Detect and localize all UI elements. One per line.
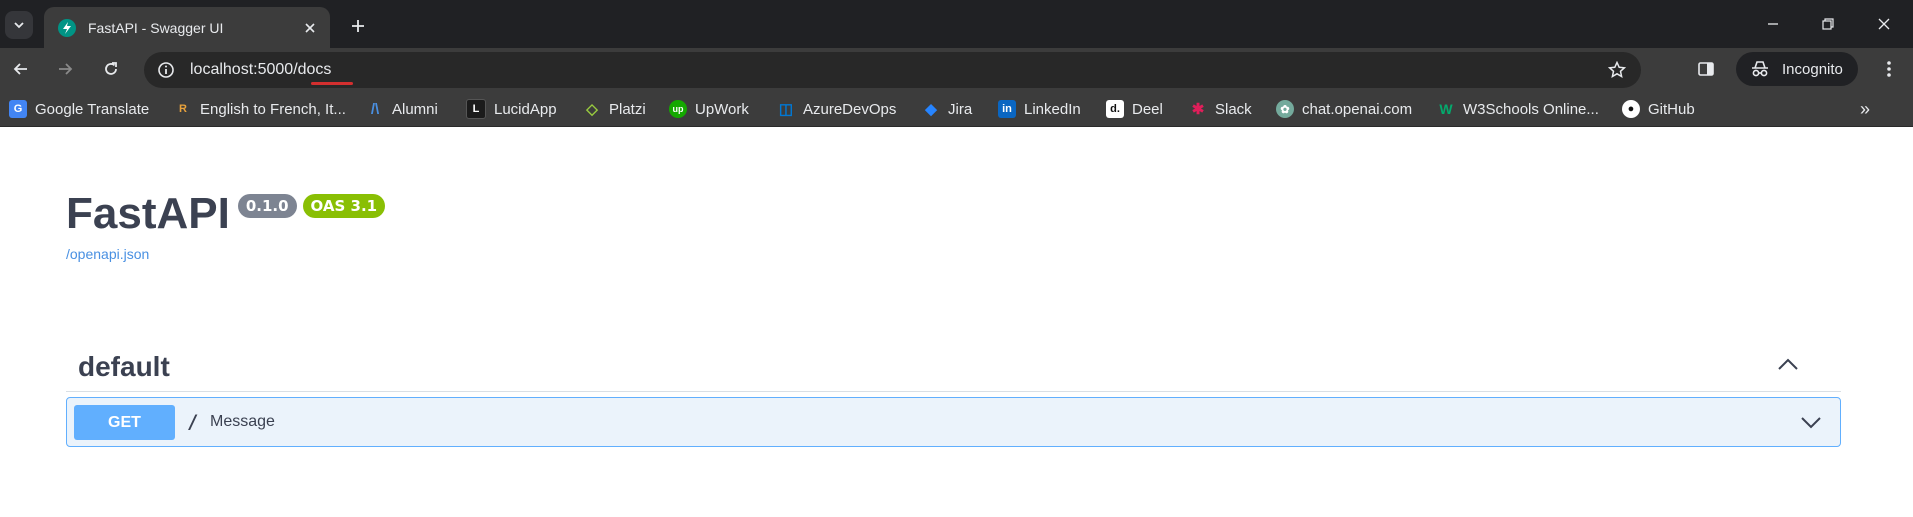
openapi-json-link[interactable]: /openapi.json <box>66 246 149 262</box>
bookmark-linkedin[interactable]: in LinkedIn <box>998 99 1081 119</box>
version-badge: 0.1.0 <box>237 194 297 218</box>
operation-path: / <box>187 411 199 433</box>
reload-icon <box>105 62 117 75</box>
bookmark-star-icon[interactable] <box>1607 60 1627 80</box>
w3schools-icon: W <box>1439 101 1453 117</box>
operation-summary: Message <box>210 413 275 430</box>
bookmark-label: Alumni <box>392 100 438 118</box>
lucid-icon: L <box>466 99 486 119</box>
incognito-icon <box>1752 61 1768 77</box>
bookmark-google-translate[interactable]: G Google Translate <box>9 99 149 119</box>
chevron-down-icon[interactable] <box>1798 410 1824 436</box>
api-info: FastAPI 0.1.0 OAS 3.1 <box>66 188 386 240</box>
bookmarks-bar: G Google Translate R English to French, … <box>0 89 1913 127</box>
bookmark-label: Platzi <box>609 100 646 118</box>
url-text[interactable]: localhost:5000/docs <box>190 61 331 79</box>
upwork-icon: up <box>669 100 687 118</box>
bookmark-label: Slack <box>1215 100 1252 118</box>
browser-tab[interactable]: FastAPI - Swagger UI <box>44 7 330 48</box>
bookmark-lucidapp[interactable]: L LucidApp <box>466 99 557 119</box>
reload-button[interactable] <box>98 56 124 82</box>
reverso-icon: R <box>179 103 187 115</box>
bookmark-label: Google Translate <box>35 100 150 118</box>
annotation-underline <box>311 82 353 85</box>
plus-icon <box>352 20 364 32</box>
chevron-up-icon[interactable] <box>1775 351 1801 377</box>
profile-label: Incognito <box>1782 60 1843 78</box>
bookmark-azuredevops[interactable]: ◫ AzureDevOps <box>777 99 896 119</box>
bookmark-alumni[interactable]: /\ Alumni <box>366 99 438 119</box>
more-vertical-icon <box>1887 61 1891 77</box>
http-method-badge: GET <box>74 405 175 440</box>
minimize-icon <box>1768 23 1778 25</box>
bookmark-label: UpWork <box>695 100 749 118</box>
url-host: localhost:5000 <box>190 61 294 78</box>
site-info-icon[interactable] <box>156 60 176 80</box>
restore-icon <box>1822 18 1834 30</box>
close-icon[interactable] <box>300 18 320 38</box>
bookmark-label: LucidApp <box>494 100 557 118</box>
swagger-page: FastAPI 0.1.0 OAS 3.1 /openapi.json defa… <box>0 127 1913 497</box>
operation-block-get[interactable]: GET / Message <box>66 397 1841 447</box>
oas-badge: OAS 3.1 <box>302 194 386 218</box>
page-title: FastAPI <box>66 189 230 238</box>
double-chevron-right-icon[interactable]: » <box>1860 99 1870 120</box>
tab-search-button[interactable] <box>5 11 33 39</box>
bookmark-label: Deel <box>1132 100 1163 118</box>
tab-title: FastAPI - Swagger UI <box>88 19 224 36</box>
bookmark-label: LinkedIn <box>1024 100 1081 118</box>
chevron-down-icon <box>14 22 24 29</box>
close-icon <box>1878 18 1890 30</box>
fastapi-favicon-icon <box>58 18 76 37</box>
bookmark-label: Jira <box>948 100 973 118</box>
bookmark-deel[interactable]: d. Deel <box>1106 99 1163 119</box>
tag-section-header[interactable]: default <box>66 337 1841 392</box>
slack-icon: ✱ <box>1191 101 1205 118</box>
deel-icon: d. <box>1106 100 1124 118</box>
bookmark-label: AzureDevOps <box>803 100 897 118</box>
bookmark-label: GitHub <box>1648 100 1695 118</box>
linkedin-icon: in <box>998 100 1016 118</box>
url-path: /docs <box>293 61 332 78</box>
restore-button[interactable] <box>1816 12 1840 36</box>
bookmark-upwork[interactable]: up UpWork <box>669 99 749 119</box>
bookmark-w3schools[interactable]: W W3Schools Online... <box>1437 99 1599 119</box>
arrow-right-icon <box>59 63 73 75</box>
arrow-left-icon <box>13 63 27 75</box>
jira-icon: ◆ <box>925 101 937 118</box>
back-button[interactable] <box>8 56 34 82</box>
bookmark-github[interactable]: ● GitHub <box>1622 99 1695 119</box>
openai-icon: ✿ <box>1276 100 1294 118</box>
bookmark-label: English to French, It... <box>200 100 346 118</box>
close-window-button[interactable] <box>1872 12 1896 36</box>
browser-menu-button[interactable] <box>1878 58 1900 80</box>
address-bar[interactable]: localhost:5000/docs <box>144 52 1641 88</box>
azure-devops-icon: ◫ <box>778 101 794 118</box>
bookmark-slack[interactable]: ✱ Slack <box>1189 99 1252 119</box>
platzi-icon: ◇ <box>586 101 598 118</box>
incognito-badge[interactable]: Incognito <box>1736 52 1858 86</box>
bookmark-label: chat.openai.com <box>1302 100 1413 118</box>
google-translate-icon: G <box>9 100 27 118</box>
tab-strip: FastAPI - Swagger UI <box>0 0 1913 48</box>
bookmark-chatgpt[interactable]: ✿ chat.openai.com <box>1276 99 1412 119</box>
new-tab-button[interactable] <box>346 14 370 38</box>
bookmark-platzi[interactable]: ◇ Platzi <box>583 99 646 119</box>
side-panel-icon[interactable] <box>1696 59 1716 79</box>
bookmark-jira[interactable]: ◆ Jira <box>922 99 972 119</box>
alumni-icon: /\ <box>370 100 380 118</box>
minimize-button[interactable] <box>1761 12 1785 36</box>
bookmark-reverso[interactable]: R English to French, It... <box>174 99 346 119</box>
browser-toolbar: localhost:5000/docs Incognito <box>0 48 1913 89</box>
bookmark-label: W3Schools Online... <box>1463 100 1599 118</box>
tag-section-title: default <box>78 351 170 382</box>
github-icon: ● <box>1622 100 1640 118</box>
forward-button[interactable] <box>52 56 78 82</box>
